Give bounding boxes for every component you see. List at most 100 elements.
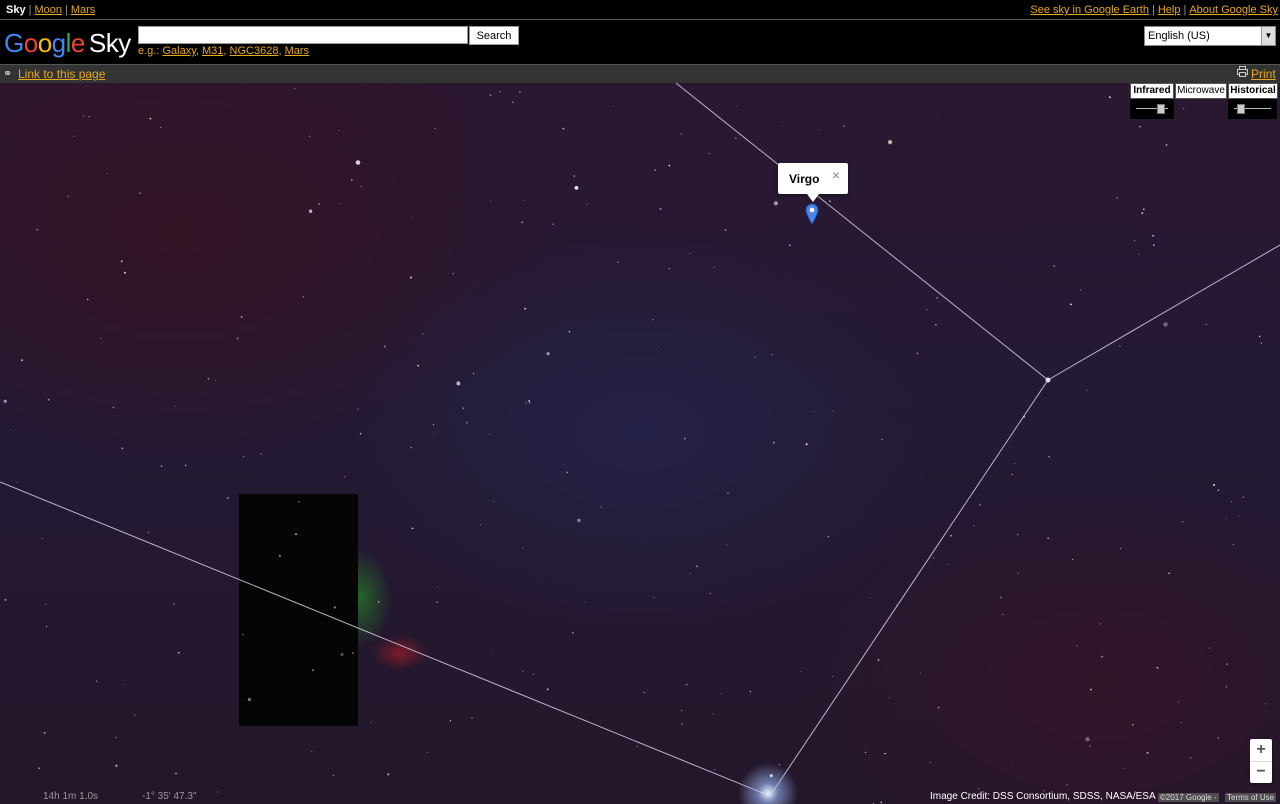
- star: [1231, 501, 1232, 503]
- star: [884, 752, 886, 755]
- star: [294, 87, 296, 90]
- star: [359, 432, 362, 435]
- star: [1138, 253, 1140, 255]
- star: [409, 276, 412, 279]
- star: [410, 446, 412, 449]
- help-link[interactable]: Help: [1158, 4, 1181, 16]
- star: [950, 534, 952, 537]
- star: [523, 200, 525, 202]
- star: [1079, 289, 1081, 291]
- slider-thumb[interactable]: [1237, 104, 1246, 114]
- star: [1165, 144, 1168, 146]
- star: [45, 626, 48, 628]
- star: [434, 128, 436, 129]
- star: [217, 791, 219, 793]
- star: [456, 381, 461, 386]
- constellation-lines: [0, 83, 1280, 797]
- example-mars[interactable]: Mars: [285, 45, 309, 57]
- slider-thumb[interactable]: [1156, 104, 1165, 114]
- star: [242, 633, 244, 636]
- star: [947, 564, 949, 566]
- nav-mars[interactable]: Mars: [71, 4, 95, 16]
- star: [1217, 736, 1220, 739]
- star: [462, 407, 465, 410]
- nav-moon[interactable]: Moon: [34, 4, 62, 16]
- star: [885, 670, 887, 671]
- star: [427, 751, 428, 753]
- star: [357, 408, 359, 410]
- link-to-page[interactable]: Link to this page: [18, 67, 105, 81]
- example-galaxy[interactable]: Galaxy: [162, 45, 195, 57]
- about-link[interactable]: About Google Sky: [1189, 4, 1278, 16]
- star: [805, 443, 808, 446]
- star: [533, 674, 535, 676]
- terms-of-use-link[interactable]: Terms of Use: [1225, 793, 1277, 802]
- infrared-opacity-slider[interactable]: [1130, 99, 1174, 119]
- historical-opacity-slider[interactable]: [1228, 99, 1277, 119]
- star: [1225, 686, 1227, 688]
- star: [600, 506, 602, 508]
- star: [522, 547, 524, 549]
- header: Google Sky Search e.g.: Galaxy, M31, NGC3…: [0, 20, 1280, 64]
- location-marker-icon[interactable]: [805, 203, 819, 225]
- star: [685, 683, 688, 686]
- star: [680, 133, 682, 135]
- star: [818, 128, 820, 130]
- star: [643, 692, 645, 694]
- star: [689, 572, 691, 574]
- search-input[interactable]: [138, 26, 468, 44]
- zoom-in-button[interactable]: +: [1250, 739, 1272, 762]
- star: [1226, 663, 1228, 665]
- google-sky-logo[interactable]: Google Sky: [4, 28, 131, 58]
- star: [1014, 462, 1016, 464]
- star: [932, 557, 934, 559]
- star: [340, 203, 342, 205]
- example-m31[interactable]: M31: [202, 45, 223, 57]
- historical-layer-button[interactable]: Historical: [1228, 83, 1278, 99]
- chain-link-icon: ⚭: [3, 68, 13, 80]
- star: [727, 492, 729, 494]
- star: [489, 94, 492, 97]
- star: [577, 518, 581, 523]
- star: [175, 772, 177, 775]
- example-ngc3628[interactable]: NGC3628: [230, 45, 279, 57]
- star: [185, 464, 187, 466]
- star: [490, 201, 491, 202]
- star: [782, 122, 783, 124]
- star: [473, 372, 475, 374]
- star: [1001, 613, 1004, 616]
- search-button[interactable]: Search: [469, 26, 519, 45]
- star: [471, 717, 473, 719]
- printer-icon[interactable]: [1237, 66, 1248, 77]
- zoom-out-button[interactable]: −: [1250, 761, 1272, 783]
- star: [680, 709, 683, 712]
- star: [1168, 572, 1170, 575]
- star: [3, 399, 7, 403]
- info-window-title: Virgo: [789, 172, 820, 186]
- star: [525, 402, 527, 404]
- print-link[interactable]: Print: [1251, 67, 1276, 81]
- star: [714, 769, 715, 770]
- nav-sky[interactable]: Sky: [6, 4, 26, 16]
- star: [417, 364, 419, 367]
- microwave-layer-button[interactable]: Microwave: [1175, 83, 1227, 99]
- star: [771, 354, 773, 356]
- google-earth-link[interactable]: See sky in Google Earth: [1030, 4, 1149, 16]
- star: [226, 497, 229, 499]
- star: [38, 767, 41, 770]
- star: [47, 398, 50, 401]
- close-icon[interactable]: ×: [832, 168, 840, 182]
- constellation-overlay: [0, 83, 1280, 804]
- star: [1237, 515, 1240, 517]
- star: [1225, 517, 1227, 519]
- language-select[interactable]: English (US) ▼: [1144, 26, 1276, 46]
- sky-map[interactable]: Infrared Microwave Historical Virgo × + …: [0, 83, 1280, 804]
- infrared-layer-button[interactable]: Infrared: [1130, 83, 1174, 99]
- star: [1072, 558, 1074, 560]
- star: [351, 179, 353, 181]
- star: [977, 788, 980, 790]
- star: [160, 126, 162, 129]
- star: [937, 706, 940, 709]
- constellation-line: [675, 83, 1049, 381]
- star: [340, 653, 344, 656]
